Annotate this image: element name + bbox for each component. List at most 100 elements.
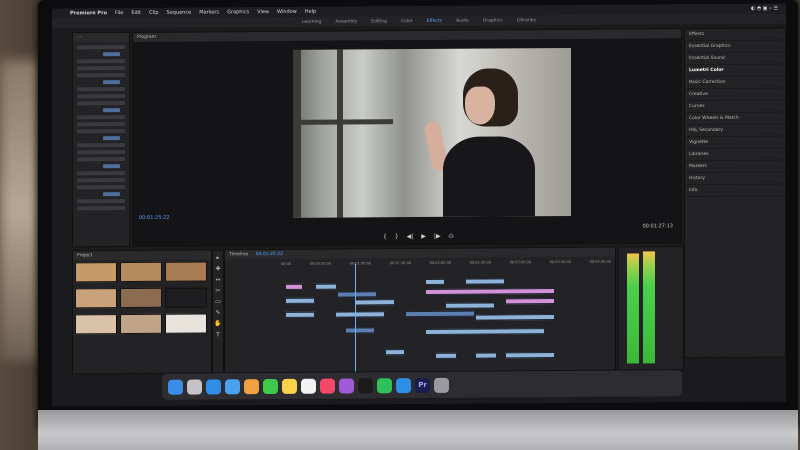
- effect-control-row[interactable]: [77, 59, 125, 64]
- right-panel-item[interactable]: Lumetri Color: [685, 64, 785, 78]
- tool-icon[interactable]: ✚: [213, 265, 223, 272]
- effect-control-row[interactable]: [77, 206, 125, 211]
- clip-thumbnail[interactable]: [75, 262, 117, 283]
- safari-icon[interactable]: [206, 378, 221, 394]
- right-panel-item[interactable]: Essential Graphics: [685, 40, 785, 54]
- menu-app-name[interactable]: Premiere Pro: [70, 10, 107, 16]
- menu-edit[interactable]: Edit: [131, 10, 141, 16]
- timeline-clip[interactable]: [475, 314, 555, 321]
- workspace-tab-color[interactable]: Color: [401, 19, 413, 24]
- podcasts-icon[interactable]: [339, 377, 354, 394]
- workspace-tab-libraries[interactable]: Libraries: [517, 18, 536, 23]
- photos-icon[interactable]: [244, 378, 259, 394]
- effect-control-row[interactable]: [77, 199, 125, 204]
- trash-icon[interactable]: [434, 377, 449, 393]
- workspace-tab-audio[interactable]: Audio: [456, 18, 469, 23]
- timeline-clip[interactable]: [425, 328, 545, 335]
- clip-thumbnail[interactable]: [75, 288, 117, 309]
- tool-icon[interactable]: ✋: [213, 320, 223, 327]
- mail-icon[interactable]: [225, 378, 240, 394]
- appstore-icon[interactable]: [396, 377, 411, 393]
- play-icon[interactable]: ▶: [421, 233, 426, 241]
- effect-control-row[interactable]: [77, 143, 125, 148]
- right-panel-item[interactable]: Curves: [685, 100, 785, 114]
- right-panel-item[interactable]: Markers: [685, 160, 785, 174]
- timeline-clip[interactable]: [475, 352, 497, 359]
- playhead[interactable]: [355, 263, 356, 372]
- effect-control-row[interactable]: [77, 157, 125, 162]
- menu-window[interactable]: Window: [277, 9, 297, 15]
- timeline-clip[interactable]: [505, 352, 555, 359]
- effect-control-row[interactable]: [77, 94, 125, 99]
- numbers-icon[interactable]: [377, 377, 392, 393]
- timeline-clip[interactable]: [335, 311, 385, 318]
- right-panel-item[interactable]: Info: [685, 184, 785, 198]
- notes-icon[interactable]: [282, 378, 297, 394]
- timeline-clip[interactable]: [355, 299, 395, 306]
- right-panel-item[interactable]: Creative: [685, 88, 785, 102]
- tv-icon[interactable]: [358, 377, 373, 393]
- menu-sequence[interactable]: Sequence: [167, 10, 192, 16]
- export-frame-icon[interactable]: ⎙: [449, 233, 454, 241]
- right-panel-item[interactable]: Libraries: [685, 148, 785, 162]
- effect-control-row[interactable]: [103, 136, 120, 141]
- timeline-clip[interactable]: [425, 278, 445, 285]
- menu-markers[interactable]: Markers: [199, 9, 219, 15]
- right-panel-item[interactable]: Essential Sound: [685, 52, 785, 66]
- effect-control-row[interactable]: [77, 73, 125, 78]
- clip-thumbnail[interactable]: [165, 287, 207, 308]
- effect-control-row[interactable]: [77, 178, 125, 183]
- effect-control-row[interactable]: [103, 164, 120, 169]
- effect-control-row[interactable]: [77, 150, 125, 155]
- premiere-icon[interactable]: Pr: [415, 377, 430, 393]
- effect-control-row[interactable]: [103, 192, 120, 197]
- effect-control-row[interactable]: [77, 171, 125, 176]
- timeline-clip[interactable]: [285, 311, 315, 318]
- step-back-icon[interactable]: ◀|: [407, 233, 414, 241]
- clip-thumbnail[interactable]: [165, 261, 207, 282]
- menu-help[interactable]: Help: [305, 9, 316, 15]
- tool-icon[interactable]: ✎: [213, 309, 223, 316]
- effect-control-row[interactable]: [103, 52, 120, 57]
- timeline-clip[interactable]: [285, 283, 303, 290]
- music-icon[interactable]: [320, 378, 335, 394]
- clip-thumbnail[interactable]: [120, 313, 162, 335]
- tool-icon[interactable]: T: [213, 331, 223, 338]
- menu-file[interactable]: File: [115, 10, 123, 16]
- effect-control-row[interactable]: [103, 80, 120, 85]
- timeline-clip[interactable]: [385, 349, 405, 356]
- launchpad-icon[interactable]: [187, 379, 202, 395]
- calendar-icon[interactable]: [301, 378, 316, 394]
- workspace-tab-editing[interactable]: Editing: [371, 19, 387, 24]
- menu-graphics[interactable]: Graphics: [227, 9, 249, 15]
- timeline-clip[interactable]: [405, 310, 475, 318]
- effect-control-row[interactable]: [77, 66, 125, 71]
- right-panel-item[interactable]: HSL Secondary: [685, 124, 785, 138]
- clip-thumbnail[interactable]: [120, 287, 162, 309]
- timeline-clip[interactable]: [337, 291, 377, 298]
- right-panel-item[interactable]: Color Wheels & Match: [685, 112, 785, 126]
- menu-clip[interactable]: Clip: [149, 10, 158, 16]
- timeline-clip[interactable]: [435, 352, 457, 359]
- timeline-clip[interactable]: [425, 288, 555, 295]
- tool-icon[interactable]: ▸: [213, 254, 223, 261]
- effect-control-row[interactable]: [103, 108, 120, 113]
- effect-control-row[interactable]: [77, 122, 125, 127]
- workspace-tab-graphics[interactable]: Graphics: [483, 18, 503, 23]
- effect-control-row[interactable]: [77, 115, 125, 120]
- right-panel-item[interactable]: Basic Correction: [685, 76, 785, 90]
- messages-icon[interactable]: [263, 378, 278, 394]
- clip-thumbnail[interactable]: [75, 314, 117, 335]
- tool-icon[interactable]: ▭: [213, 298, 223, 305]
- timeline-clip[interactable]: [445, 302, 495, 309]
- workspace-tab-learning[interactable]: Learning: [302, 19, 322, 24]
- effect-control-row[interactable]: [77, 45, 125, 50]
- effect-control-row[interactable]: [77, 101, 125, 106]
- right-panel-item[interactable]: History: [685, 172, 785, 186]
- clip-thumbnail[interactable]: [165, 313, 207, 334]
- mark-out-icon[interactable]: }: [395, 233, 399, 241]
- right-panel-item[interactable]: Effects: [685, 28, 785, 42]
- timeline-panel[interactable]: Timeline 00:01:25:22 00:00 00:00:30:00 00:…: [224, 246, 616, 374]
- clip-thumbnail[interactable]: [120, 261, 162, 283]
- step-forward-icon[interactable]: |▶: [434, 233, 441, 241]
